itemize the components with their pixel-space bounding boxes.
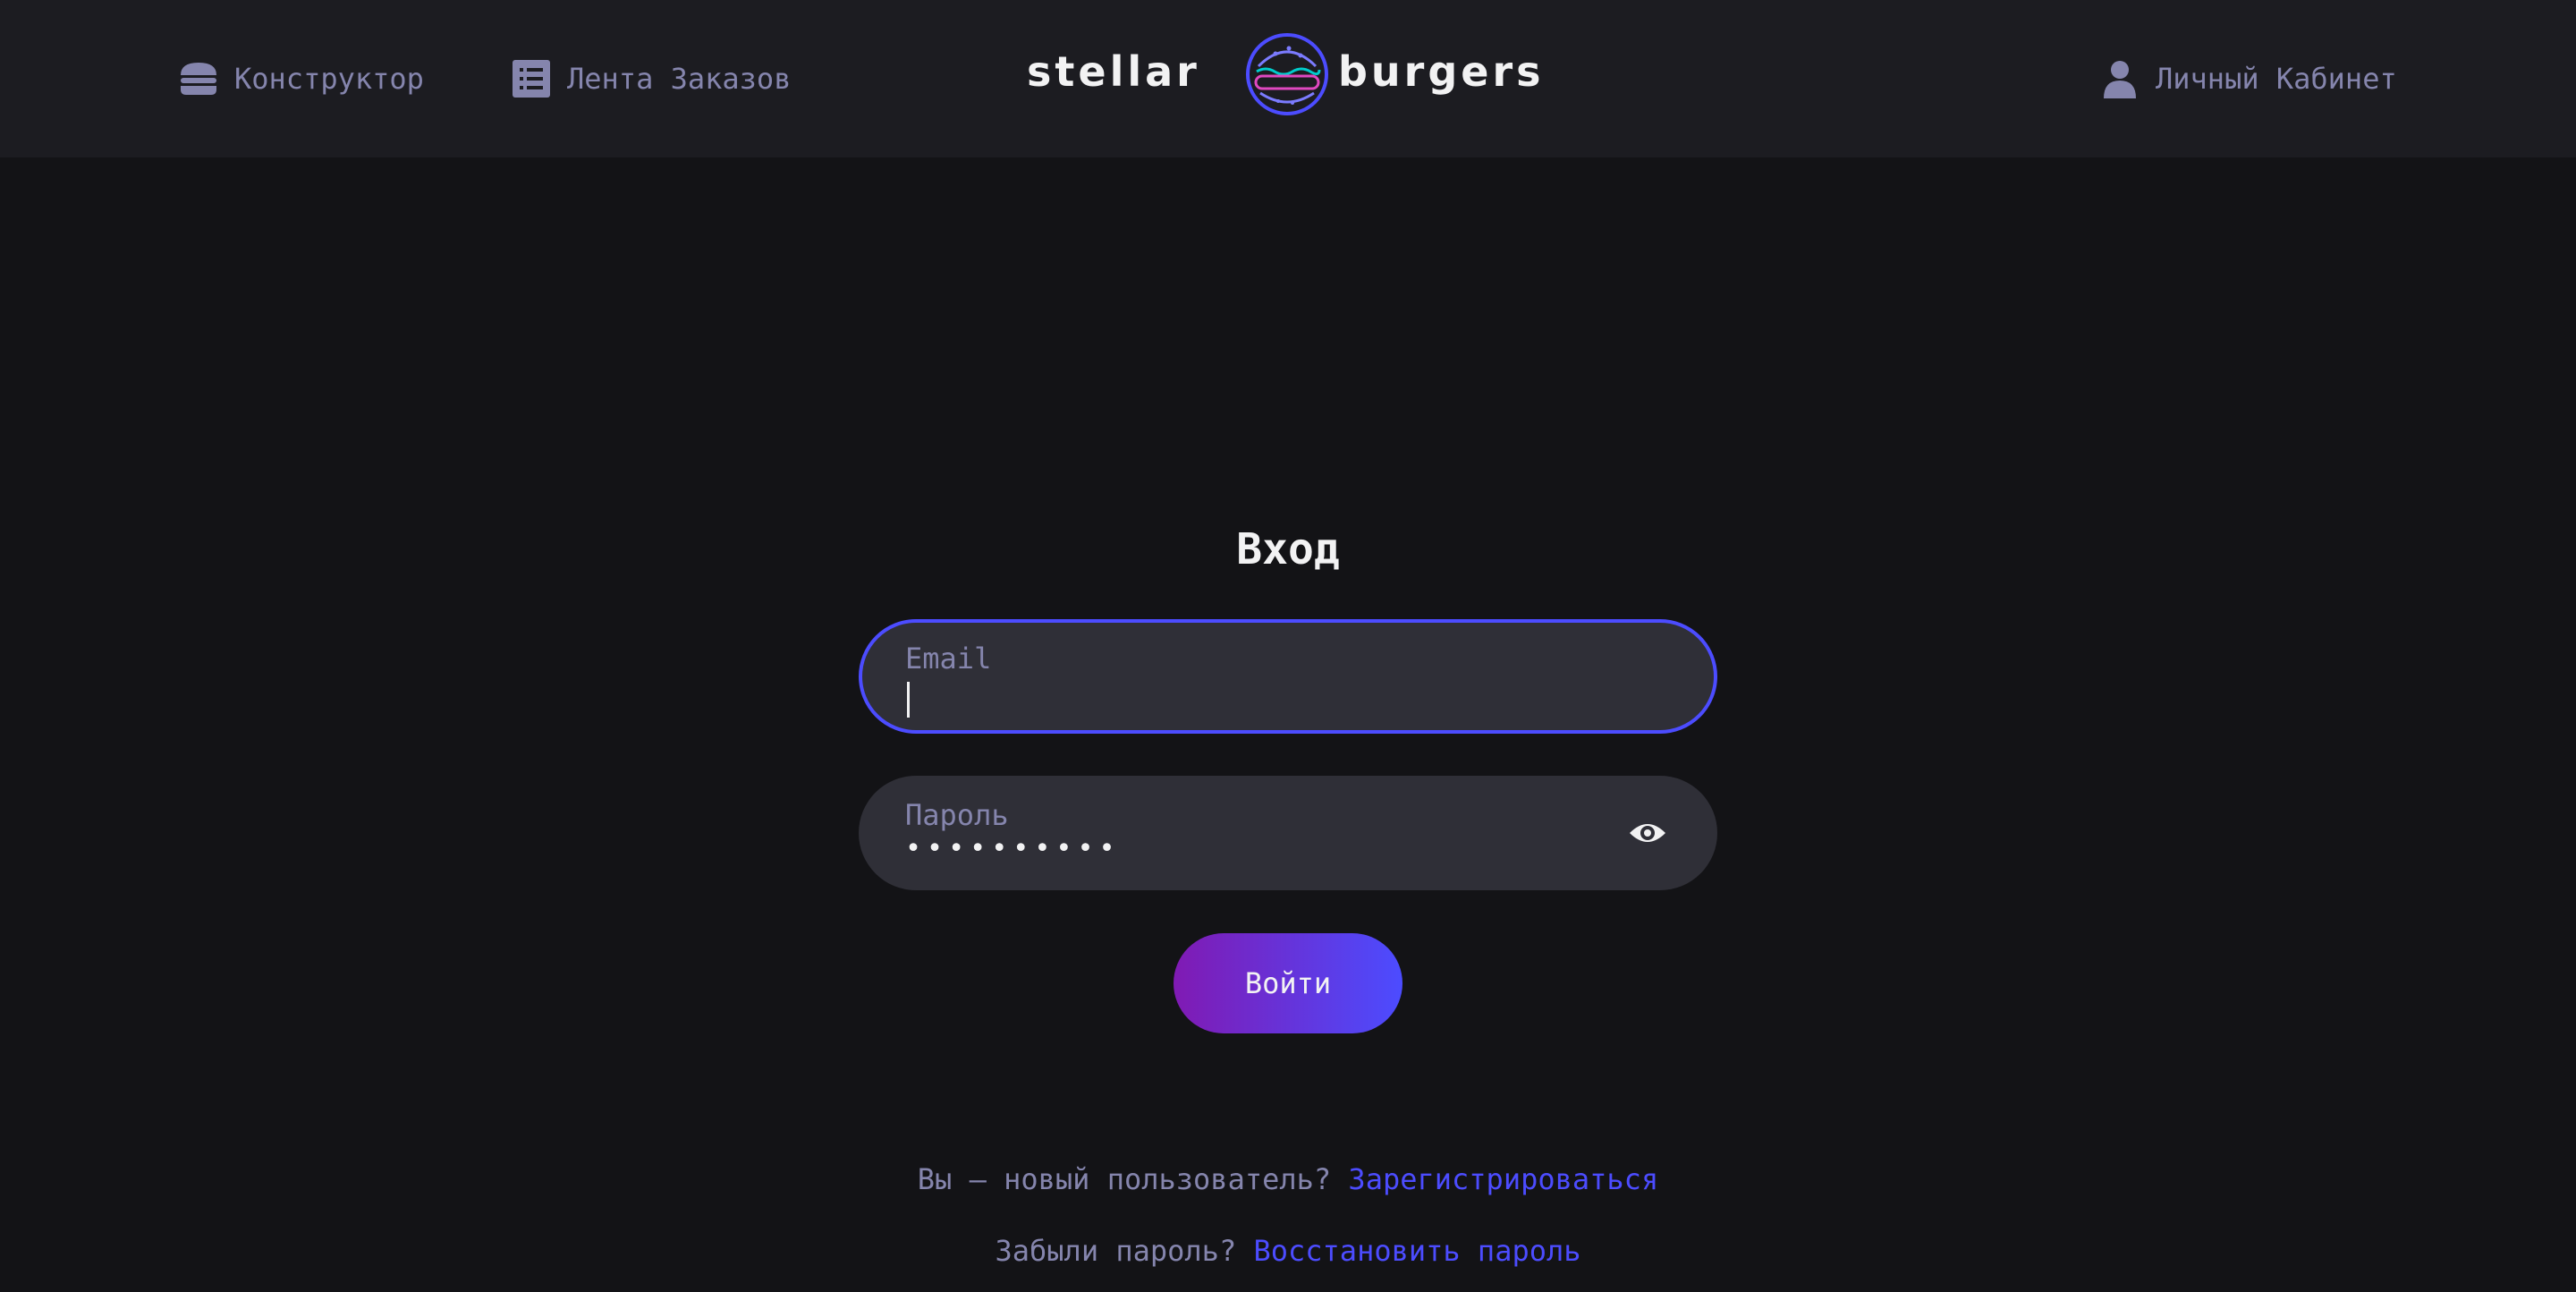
logo-burger-icon (1246, 33, 1328, 115)
password-field[interactable]: Пароль •••••••••• (859, 776, 1717, 890)
register-prompt: Вы — новый пользователь? (917, 1162, 1332, 1196)
email-field-label: Email (905, 642, 992, 676)
password-field-value: •••••••••• (905, 833, 1121, 864)
page-title: Вход (1236, 524, 1340, 574)
profile-icon (2098, 57, 2141, 100)
list-icon (510, 57, 553, 100)
logo-left-text: stellar (1027, 47, 1200, 96)
register-hint: Вы — новый пользователь? Зарегистрироват… (0, 1161, 2576, 1197)
text-caret (907, 682, 910, 718)
logo-right-text: burgers (1338, 47, 1545, 96)
eye-icon[interactable] (1628, 813, 1667, 853)
nav-account-label: Личный Кабинет (2156, 62, 2397, 96)
restore-hint: Забыли пароль? Восстановить пароль (0, 1233, 2576, 1269)
nav-constructor-link[interactable]: Конструктор (177, 54, 424, 104)
restore-password-link[interactable]: Восстановить пароль (1253, 1234, 1580, 1268)
stellar-burgers-logo[interactable]: stellar burgers (1027, 30, 1547, 118)
app-header: Конструктор Лента Заказов stellar burger… (0, 0, 2576, 157)
restore-prompt: Забыли пароль? (995, 1234, 1237, 1268)
password-field-label: Пароль (905, 798, 1009, 832)
login-page: Вход Email Пароль •••••••••• Войти Вы — … (0, 157, 2576, 1292)
register-link[interactable]: Зарегистрироваться (1348, 1162, 1658, 1196)
burger-icon (177, 57, 220, 100)
nav-account-link[interactable]: Личный Кабинет (2098, 54, 2397, 104)
nav-constructor-label: Конструктор (234, 62, 424, 96)
nav-feed-label: Лента Заказов (567, 62, 792, 96)
email-field[interactable]: Email (859, 619, 1717, 734)
login-button[interactable]: Войти (1174, 933, 1402, 1033)
nav-feed-link[interactable]: Лента Заказов (510, 54, 791, 104)
